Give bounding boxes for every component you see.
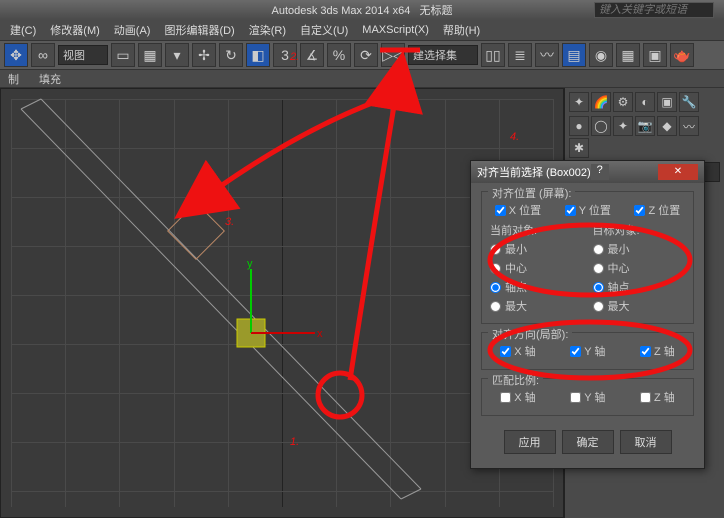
target-label: 目标对象: — [593, 222, 686, 238]
move-icon[interactable]: ✥ — [4, 43, 28, 67]
sxaxis-check[interactable]: X 轴 — [500, 389, 535, 405]
render-icon[interactable]: 🫖 — [670, 43, 694, 67]
lights-icon[interactable]: ✦ — [613, 116, 633, 136]
rotate-icon[interactable]: ↻ — [219, 43, 243, 67]
sub-toolbar: 制 填充 — [0, 70, 724, 88]
align-orientation-group: 对齐方向(局部): X 轴 Y 轴 Z 轴 — [481, 332, 694, 370]
angle-snap-icon[interactable]: ∡ — [300, 43, 324, 67]
menu-graph[interactable]: 图形编辑器(D) — [158, 20, 240, 40]
xpos-check[interactable]: X 位置 — [495, 202, 541, 218]
dialog-titlebar[interactable]: 对齐当前选择 (Box002) ? ✕ — [471, 161, 704, 183]
cur-max-radio[interactable]: 最大 — [490, 298, 583, 314]
syaxis-check[interactable]: Y 轴 — [570, 389, 605, 405]
schematic-icon[interactable]: ▤ — [562, 43, 586, 67]
app-title: Autodesk 3ds Max 2014 x64 无标题 — [272, 2, 453, 18]
hierarchy-tab-icon[interactable]: ⚙ — [613, 92, 633, 112]
menu-bar: 建(C) 修改器(M) 动画(A) 图形编辑器(D) 渲染(R) 自定义(U) … — [0, 20, 724, 40]
szaxis-check[interactable]: Z 轴 — [640, 389, 675, 405]
menu-create[interactable]: 建(C) — [4, 20, 42, 40]
panel-tabs: ✦ 🌈 ⚙ ◐ ▣ 🔧 — [569, 92, 720, 112]
apply-button[interactable]: 应用 — [504, 430, 556, 454]
tgt-min-radio[interactable]: 最小 — [593, 241, 686, 257]
tgt-max-radio[interactable]: 最大 — [593, 298, 686, 314]
zaxis-check[interactable]: Z 轴 — [640, 343, 675, 359]
legend-scale: 匹配比例: — [488, 372, 543, 388]
menu-help[interactable]: 帮助(H) — [437, 20, 486, 40]
motion-tab-icon[interactable]: ◐ — [635, 92, 655, 112]
cur-min-radio[interactable]: 最小 — [490, 241, 583, 257]
geom-icon[interactable]: ● — [569, 116, 589, 136]
layers-icon[interactable]: ≣ — [508, 43, 532, 67]
category-icons: ● ◯ ✦ 📷 ◆ 〰 ✱ — [569, 116, 720, 158]
ypos-check[interactable]: Y 位置 — [565, 202, 611, 218]
modify-tab-icon[interactable]: 🌈 — [591, 92, 611, 112]
menu-render[interactable]: 渲染(R) — [243, 20, 292, 40]
menu-anim[interactable]: 动画(A) — [108, 20, 157, 40]
scale-icon[interactable]: ◧ — [246, 43, 270, 67]
zpos-check[interactable]: Z 位置 — [634, 202, 680, 218]
create-tab-icon[interactable]: ✦ — [569, 92, 589, 112]
xaxis-check[interactable]: X 轴 — [500, 343, 535, 359]
svg-text:y: y — [247, 258, 253, 270]
tgt-pivot-radio[interactable]: 轴点 — [593, 279, 686, 295]
mirror-icon[interactable]: ▷◁ — [381, 43, 405, 67]
cameras-icon[interactable]: 📷 — [635, 116, 655, 136]
align-dialog: 对齐当前选择 (Box002) ? ✕ 对齐位置 (屏幕): X 位置 Y 位置… — [470, 160, 705, 469]
dialog-title-text: 对齐当前选择 (Box002) — [477, 164, 591, 180]
align-position-group: 对齐位置 (屏幕): X 位置 Y 位置 Z 位置 当前对象: 最小 中心 轴点… — [481, 191, 694, 324]
render-frame-icon[interactable]: ▣ — [643, 43, 667, 67]
shapes-icon[interactable]: ◯ — [591, 116, 611, 136]
tgt-center-radio[interactable]: 中心 — [593, 260, 686, 276]
main-toolbar: ✥ ∞ 视图 ▭ ▦ ▾ ✢ ↻ ◧ 3 ∡ % ⟳ ▷◁ 建选择集 ▯▯ ≣ … — [0, 40, 724, 70]
window-icon[interactable]: ▦ — [138, 43, 162, 67]
svg-text:x: x — [317, 328, 323, 340]
cur-center-radio[interactable]: 中心 — [490, 260, 583, 276]
menu-modifier[interactable]: 修改器(M) — [44, 20, 106, 40]
space-icon[interactable]: 〰 — [679, 116, 699, 136]
selset-dropdown[interactable]: 建选择集 — [408, 45, 478, 65]
cur-pivot-radio[interactable]: 轴点 — [490, 279, 583, 295]
material-icon[interactable]: ◉ — [589, 43, 613, 67]
help-button[interactable]: ? — [591, 164, 609, 180]
cancel-button[interactable]: 取消 — [620, 430, 672, 454]
render-setup-icon[interactable]: ▦ — [616, 43, 640, 67]
view-dropdown[interactable]: 视图 — [58, 45, 108, 65]
close-button[interactable]: ✕ — [658, 164, 698, 180]
select-icon[interactable]: ▭ — [111, 43, 135, 67]
current-label: 当前对象: — [490, 222, 583, 238]
display-tab-icon[interactable]: ▣ — [657, 92, 677, 112]
yaxis-check[interactable]: Y 轴 — [570, 343, 605, 359]
ok-button[interactable]: 确定 — [562, 430, 614, 454]
helpers-icon[interactable]: ◆ — [657, 116, 677, 136]
percent-snap-icon[interactable]: % — [327, 43, 351, 67]
search-input[interactable] — [594, 2, 714, 18]
menu-custom[interactable]: 自定义(U) — [294, 20, 354, 40]
sub-a: 制 — [8, 71, 19, 87]
spinner-icon[interactable]: ⟳ — [354, 43, 378, 67]
filter-icon[interactable]: ▾ — [165, 43, 189, 67]
snap3-icon[interactable]: 3 — [273, 43, 297, 67]
link-icon[interactable]: ∞ — [31, 43, 55, 67]
legend-position: 对齐位置 (屏幕): — [488, 185, 575, 201]
align-icon[interactable]: ▯▯ — [481, 43, 505, 67]
dialog-body: 对齐位置 (屏幕): X 位置 Y 位置 Z 位置 当前对象: 最小 中心 轴点… — [471, 183, 704, 468]
title-bar: Autodesk 3ds Max 2014 x64 无标题 — [0, 0, 724, 20]
match-scale-group: 匹配比例: X 轴 Y 轴 Z 轴 — [481, 378, 694, 416]
sub-b: 填充 — [39, 71, 61, 87]
legend-orientation: 对齐方向(局部): — [488, 326, 572, 342]
curve-editor-icon[interactable]: 〰 — [535, 43, 559, 67]
move-tool-icon[interactable]: ✢ — [192, 43, 216, 67]
utilities-tab-icon[interactable]: 🔧 — [679, 92, 699, 112]
systems-icon[interactable]: ✱ — [569, 138, 589, 158]
menu-script[interactable]: MAXScript(X) — [356, 22, 435, 38]
